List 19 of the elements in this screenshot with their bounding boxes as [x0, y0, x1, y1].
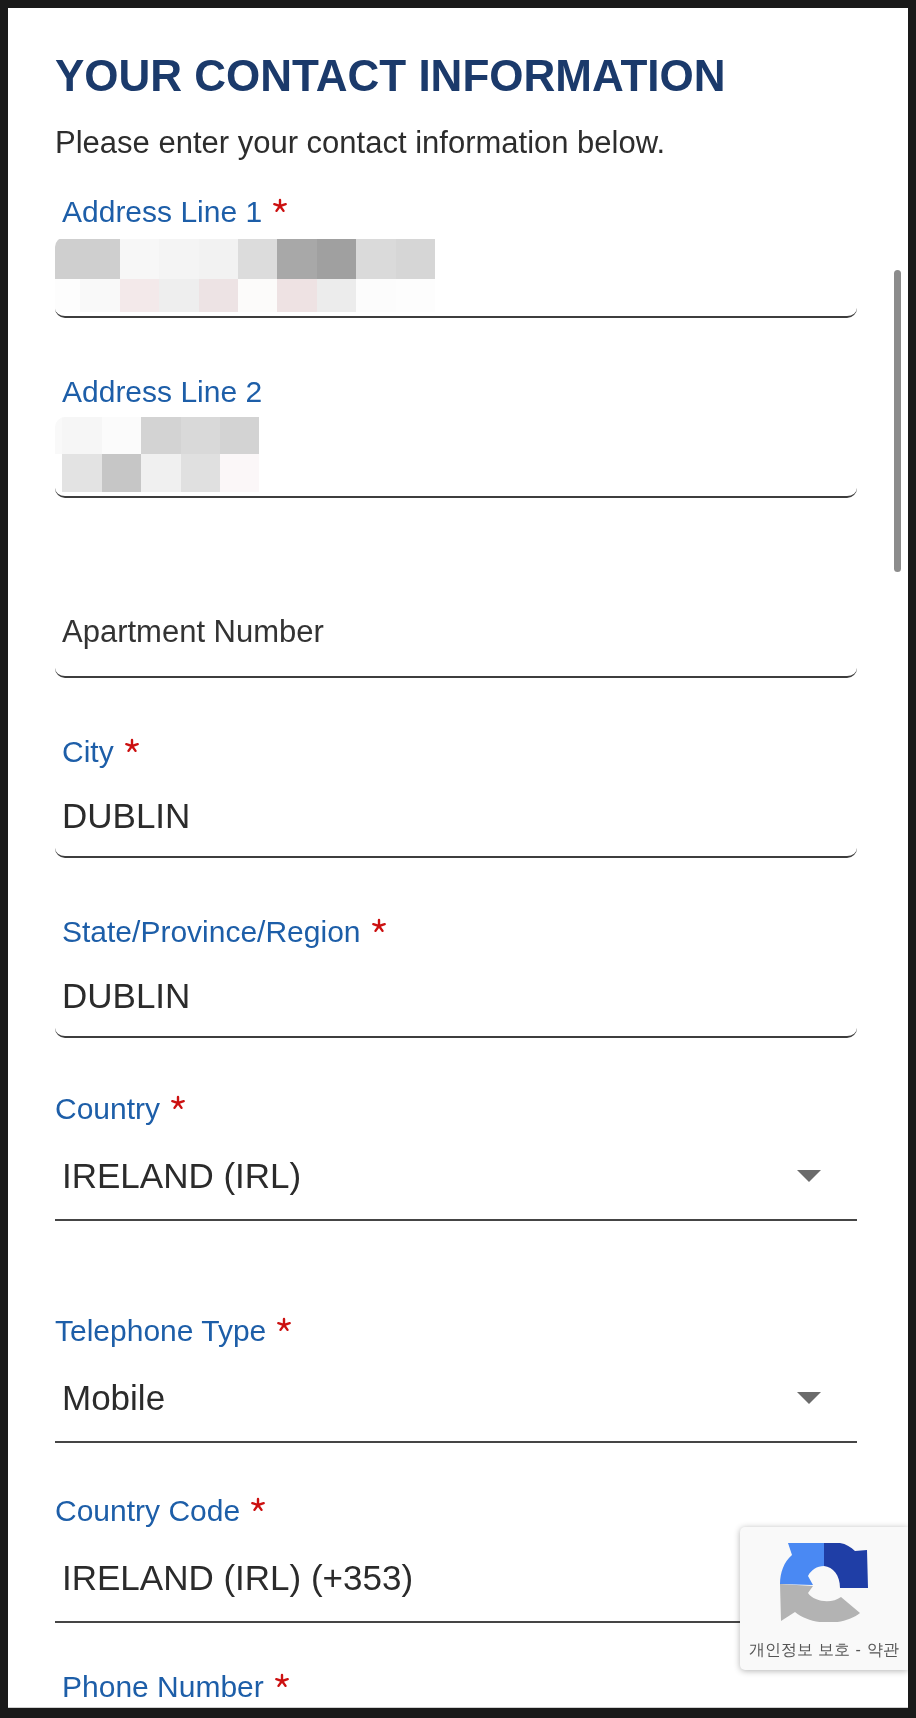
link-separator: -	[855, 1641, 861, 1659]
page-title: YOUR CONTACT INFORMATION	[55, 50, 727, 102]
dropdown-select[interactable]: IRELAND (IRL)	[55, 1151, 857, 1221]
privacy-link[interactable]: 개인정보 보호	[749, 1641, 850, 1659]
caret-down-icon	[797, 1392, 821, 1404]
terms-link[interactable]: 약관	[866, 1641, 899, 1659]
caret-down-icon	[797, 1170, 821, 1182]
field-label: State/Province/Region	[62, 914, 361, 950]
scrollbar-thumb[interactable]	[894, 270, 901, 572]
field-label: City	[62, 734, 114, 770]
dropdown-select[interactable]: Mobile	[55, 1373, 857, 1443]
field-label: Address Line 2	[62, 374, 263, 410]
field-label: Phone Number	[62, 1669, 264, 1705]
circular-arrows-icon	[780, 1542, 868, 1622]
field-label: Country	[55, 1091, 161, 1127]
field-label: Telephone Type	[55, 1313, 267, 1349]
field-label: Address Line 1	[62, 194, 263, 230]
field-label: Country Code	[55, 1493, 241, 1529]
instructions-text: Please enter your contact information below.	[55, 125, 666, 161]
